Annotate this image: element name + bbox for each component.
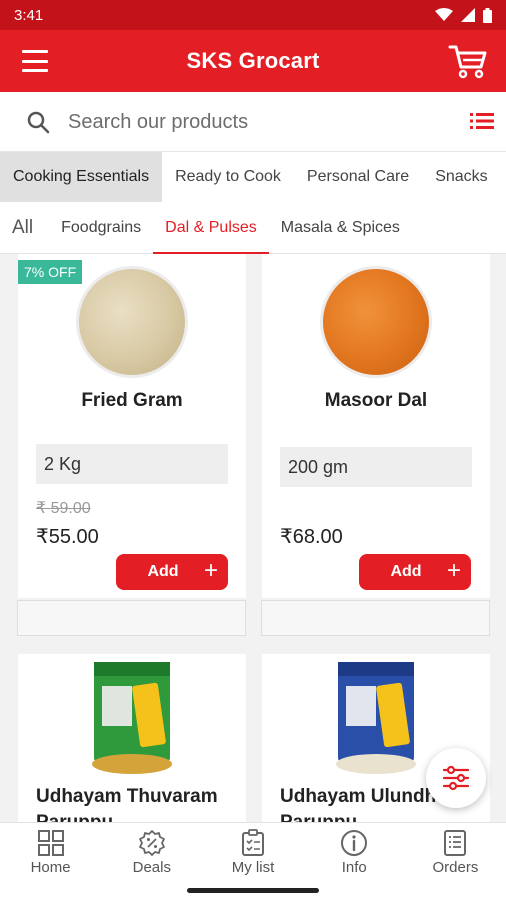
cart-icon[interactable]: [448, 42, 488, 80]
add-button[interactable]: Add +: [359, 554, 471, 590]
my-list-icon: [242, 829, 264, 856]
system-navigation-bar: [0, 880, 506, 900]
hamburger-menu-icon[interactable]: [22, 50, 48, 72]
app-bar: SKS Grocart: [0, 30, 506, 92]
plus-icon: +: [446, 557, 461, 584]
product-name-line-2: Paruppu: [262, 810, 490, 822]
product-grid: 7% OFF Fried Gram 2 Kg ₹ 59.00 ₹55.00 Ad…: [0, 254, 506, 822]
discount-badge: 7% OFF: [18, 260, 83, 284]
nav-info[interactable]: Info: [304, 823, 405, 880]
product-name: Fried Gram: [81, 390, 183, 411]
nav-deals-label: Deals: [132, 859, 171, 876]
subtab-all[interactable]: All: [0, 202, 49, 254]
deals-badge-icon: [138, 830, 165, 856]
status-bar: 3:41: [0, 0, 506, 30]
orders-icon: [444, 830, 467, 856]
category-tabs: Cooking Essentials Ready to Cook Persona…: [0, 152, 506, 202]
battery-icon: [483, 7, 492, 23]
tab-ready-to-cook[interactable]: Ready to Cook: [162, 152, 294, 202]
subtab-masala-spices[interactable]: Masala & Spices: [269, 202, 412, 254]
nav-home[interactable]: Home: [0, 823, 101, 880]
add-button[interactable]: Add +: [116, 554, 228, 590]
tab-personal-care[interactable]: Personal Care: [294, 152, 422, 202]
status-icons: [435, 7, 492, 23]
home-gesture-handle[interactable]: [187, 888, 319, 893]
search-icon: [27, 111, 50, 134]
original-price: ₹ 59.00: [36, 500, 91, 517]
filter-button[interactable]: [426, 748, 486, 808]
bottom-navigation: Home Deals My list Info Orders: [0, 822, 506, 880]
tab-snacks[interactable]: Snacks: [422, 152, 500, 202]
variant-selector[interactable]: 200 gm: [280, 447, 472, 487]
product-card-masoor-dal[interactable]: Masoor Dal 200 gm ₹68.00 Add +: [262, 254, 490, 598]
filter-sliders-icon: [442, 765, 470, 791]
wifi-icon: [435, 8, 453, 21]
tab-cooking-essentials[interactable]: Cooking Essentials: [0, 152, 163, 202]
product-image-masoor-dal: [320, 266, 432, 378]
product-note-box[interactable]: [17, 600, 246, 636]
subtab-foodgrains[interactable]: Foodgrains: [49, 202, 153, 254]
signal-icon: [461, 8, 475, 22]
search-bar: [0, 92, 506, 152]
product-name-line-1: Udhayam Thuvaram: [36, 786, 218, 807]
product-image-fried-gram: [76, 266, 188, 378]
plus-icon: +: [203, 557, 218, 584]
product-name: Masoor Dal: [324, 390, 428, 411]
search-input[interactable]: [68, 104, 448, 140]
product-image-udhayam-thuvaram: [92, 662, 172, 774]
subtab-dal-pulses[interactable]: Dal & Pulses: [153, 202, 269, 254]
status-time: 3:41: [14, 6, 44, 24]
product-card-udhayam-thuvaram[interactable]: Udhayam Thuvaram Paruppu: [18, 654, 246, 822]
nav-my-list[interactable]: My list: [202, 823, 303, 880]
product-price: ₹55.00: [36, 526, 99, 548]
nav-my-list-label: My list: [231, 859, 275, 876]
variant-selector[interactable]: 2 Kg: [36, 444, 228, 484]
nav-deals[interactable]: Deals: [101, 823, 202, 880]
home-grid-icon: [37, 830, 64, 856]
product-card-fried-gram[interactable]: 7% OFF Fried Gram 2 Kg ₹ 59.00 ₹55.00 Ad…: [18, 254, 246, 598]
list-view-icon[interactable]: [470, 112, 494, 130]
nav-home-label: Home: [30, 859, 71, 876]
info-icon: [341, 830, 368, 856]
product-image-udhayam-ulundhu: [336, 662, 416, 774]
subcategory-tabs: All Foodgrains Dal & Pulses Masala & Spi…: [0, 202, 506, 254]
nav-orders-label: Orders: [432, 859, 479, 876]
nav-info-label: Info: [341, 859, 367, 876]
product-name-line-2: Paruppu: [18, 810, 246, 822]
product-price: ₹68.00: [280, 526, 343, 548]
nav-orders[interactable]: Orders: [405, 823, 506, 880]
app-title: SKS Grocart: [186, 48, 320, 73]
product-note-box[interactable]: [261, 600, 490, 636]
